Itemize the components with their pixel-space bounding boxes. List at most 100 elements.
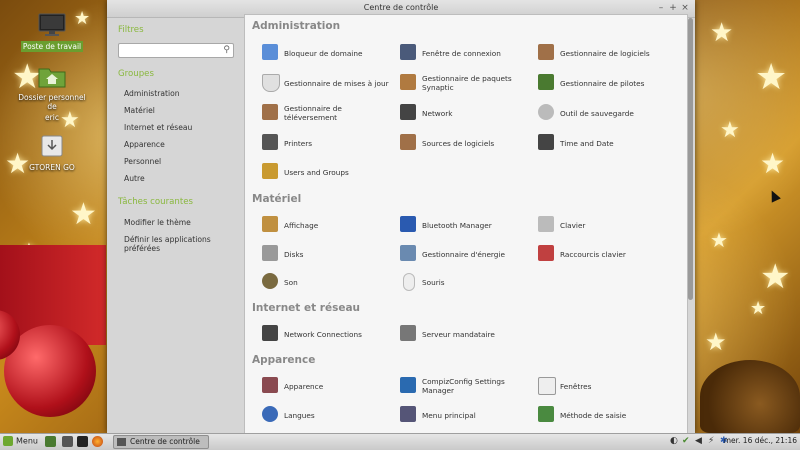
maximize-button[interactable]: +: [667, 2, 679, 14]
filter-heading: Filtres: [118, 25, 144, 35]
item-driver-manager[interactable]: Gestionnaire de pilotes: [527, 71, 667, 95]
item-languages[interactable]: Langues: [251, 403, 391, 427]
windows-icon: [538, 377, 556, 395]
item-network-connections[interactable]: Network Connections: [251, 322, 391, 346]
menu-button[interactable]: Menu: [3, 436, 38, 446]
desktop-icon-drive[interactable]: GTOREN GO: [12, 133, 92, 173]
tasks-heading: Tâches courantes: [118, 197, 193, 207]
sidebar: Filtres ⚲ Groupes Administration Matérie…: [107, 18, 243, 433]
item-backup-tool[interactable]: Outil de sauvegarde: [527, 101, 667, 125]
item-input-method[interactable]: Méthode de saisie: [527, 403, 667, 427]
task-change-theme[interactable]: Modifier le thème: [124, 218, 191, 227]
search-input[interactable]: ⚲: [118, 43, 234, 58]
firefox-icon[interactable]: [92, 436, 103, 447]
star-decoration: ★: [755, 57, 788, 98]
item-windows[interactable]: Fenêtres: [527, 374, 667, 398]
compiz-icon: [400, 377, 416, 393]
close-button[interactable]: ×: [679, 2, 691, 14]
network-connections-icon: [262, 325, 278, 341]
desktop-icon-home[interactable]: Dossier personnel de eric: [12, 63, 92, 123]
item-keyboard[interactable]: Clavier: [527, 213, 667, 237]
clock[interactable]: mer. 16 déc., 21:16: [724, 436, 797, 445]
sidebar-item-administration[interactable]: Administration: [124, 89, 180, 98]
sidebar-item-apparence[interactable]: Apparence: [124, 140, 165, 149]
item-compiz[interactable]: CompizConfig Settings Manager: [389, 374, 529, 398]
desktop-icon-label: Dossier personnel de: [18, 93, 86, 111]
upload-icon: [262, 104, 278, 120]
minimize-button[interactable]: –: [655, 2, 667, 14]
desktop-icon-label: Poste de travail: [20, 41, 84, 52]
item-printers[interactable]: Printers: [251, 131, 391, 155]
scrollbar-thumb[interactable]: [688, 18, 693, 300]
clock-icon: [538, 134, 554, 150]
sidebar-item-autre[interactable]: Autre: [124, 174, 145, 183]
item-update-manager[interactable]: Gestionnaire de mises à jour: [251, 71, 391, 95]
control-center-window: Centre de contrôle – + × Filtres ⚲ Group…: [107, 0, 695, 435]
sidebar-item-personnel[interactable]: Personnel: [124, 157, 161, 166]
network-icon: [400, 104, 416, 120]
main-content: Administration Bloqueur de domaine Fenêt…: [244, 14, 688, 435]
item-bluetooth[interactable]: Bluetooth Manager: [389, 213, 529, 237]
desktop-icon-computer[interactable]: Poste de travail: [12, 12, 92, 52]
star-decoration: ★: [760, 257, 791, 297]
star-decoration: ★: [750, 298, 767, 319]
languages-icon: [262, 406, 278, 422]
power-tray-icon[interactable]: ⚡: [708, 436, 714, 446]
appearance-icon: [262, 377, 278, 393]
star-decoration: ★: [710, 18, 734, 48]
mint-logo-icon: [3, 436, 13, 446]
desktop-icon-label: eric: [45, 113, 59, 122]
item-login-window[interactable]: Fenêtre de connexion: [389, 41, 529, 65]
item-proxy-server[interactable]: Serveur mandataire: [389, 322, 529, 346]
category-title-administration: Administration: [252, 20, 341, 32]
terminal-icon[interactable]: [77, 436, 88, 447]
power-icon: [400, 245, 416, 261]
taskbar-window-label: Centre de contrôle: [130, 437, 200, 446]
item-main-menu[interactable]: Menu principal: [389, 403, 529, 427]
item-upload-manager[interactable]: Gestionnaire de téléversement: [251, 101, 391, 125]
sidebar-item-materiel[interactable]: Matériel: [124, 106, 155, 115]
desktop-icon-label: GTOREN GO: [29, 163, 75, 172]
item-display[interactable]: Affichage: [251, 213, 391, 237]
search-icon[interactable]: ⚲: [223, 45, 230, 55]
content-scrollbar[interactable]: [688, 18, 693, 433]
update-tray-icon[interactable]: ✔: [682, 436, 690, 446]
bluetooth-icon: [400, 216, 416, 232]
speaker-icon: [262, 273, 278, 289]
taskbar-window-button[interactable]: Centre de contrôle: [113, 435, 209, 449]
task-preferred-apps[interactable]: Définir les applications préférées: [124, 235, 243, 253]
menu-label: Menu: [16, 436, 38, 446]
item-power-manager[interactable]: Gestionnaire d'énergie: [389, 242, 529, 266]
item-software-manager[interactable]: Gestionnaire de logiciels: [527, 41, 667, 65]
item-appearance[interactable]: Apparence: [251, 374, 391, 398]
volume-tray-icon[interactable]: ◀: [695, 436, 702, 446]
software-sources-icon: [400, 134, 416, 150]
item-software-sources[interactable]: Sources de logiciels: [389, 131, 529, 155]
star-decoration: ★: [70, 197, 97, 232]
network-tray-icon[interactable]: ◐: [670, 436, 678, 446]
main-menu-icon: [400, 406, 416, 422]
disks-icon: [262, 245, 278, 261]
category-title-apparence: Apparence: [252, 354, 316, 366]
keyboard-icon: [538, 216, 554, 232]
item-keyboard-shortcuts[interactable]: Raccourcis clavier: [527, 242, 667, 266]
show-desktop-icon[interactable]: [45, 436, 56, 447]
item-mouse[interactable]: Souris: [389, 270, 529, 294]
item-synaptic[interactable]: Gestionnaire de paquets Synaptic: [389, 71, 529, 95]
item-users-groups[interactable]: Users and Groups: [251, 160, 391, 184]
pine-cone-decoration: [700, 360, 800, 433]
backup-icon: [538, 104, 554, 120]
mouse-icon: [403, 273, 415, 291]
software-manager-icon: [538, 44, 554, 60]
files-icon[interactable]: [62, 436, 73, 447]
item-domain-blocker[interactable]: Bloqueur de domaine: [251, 41, 391, 65]
item-disks[interactable]: Disks: [251, 242, 391, 266]
groups-heading: Groupes: [118, 69, 154, 79]
item-network[interactable]: Network: [389, 101, 529, 125]
sidebar-item-internet[interactable]: Internet et réseau: [124, 123, 192, 132]
item-sound[interactable]: Son: [251, 270, 391, 294]
star-decoration: ★: [720, 118, 740, 143]
home-folder-icon: [37, 63, 67, 89]
item-time-date[interactable]: Time and Date: [527, 131, 667, 155]
synaptic-icon: [400, 74, 416, 90]
